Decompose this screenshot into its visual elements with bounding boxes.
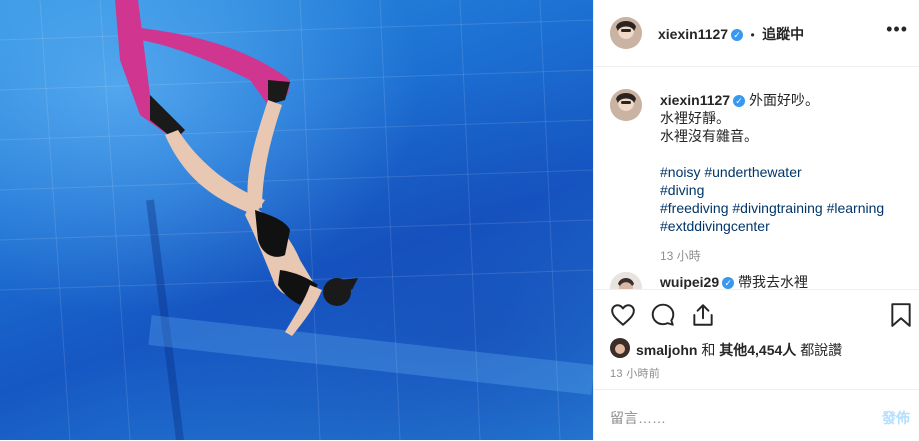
hashtag-link[interactable]: #freediving	[660, 200, 729, 216]
author-username-link[interactable]: xiexin1127	[658, 26, 728, 42]
more-options-icon[interactable]: •••	[886, 20, 908, 38]
post-side-panel: xiexin1127 ✓ • 追蹤中 ••• xiexin1127 ✓ 外面好吵。	[593, 0, 919, 440]
heart-icon[interactable]	[610, 302, 636, 328]
post-comment-button[interactable]: 發佈	[882, 408, 910, 428]
hashtag-link[interactable]: #extddivingcenter	[660, 218, 770, 234]
comments-area: xiexin1127 ✓ 外面好吵。 水裡好靜。 水裡沒有雜音。 #noisy #…	[594, 67, 919, 289]
header-user-line: xiexin1127 ✓ • 追蹤中	[658, 24, 804, 44]
caption-line: 水裡沒有雜音。	[660, 128, 758, 144]
bookmark-icon[interactable]	[890, 302, 912, 328]
verified-badge-icon: ✓	[722, 277, 735, 289]
avatar-photo-icon	[610, 89, 642, 121]
commenter-username-link[interactable]: wuipei29	[660, 274, 719, 289]
post-actions-bar	[594, 289, 919, 342]
header-separator: •	[750, 28, 755, 42]
underwater-diver-illustration	[0, 0, 593, 440]
hashtag-link[interactable]: #underthewater	[704, 164, 801, 180]
others-likes-link[interactable]: 其他4,454人	[719, 342, 796, 358]
comment-item: wuipei29 ✓ 帶我去水裡	[660, 272, 808, 289]
avatar-photo-icon	[610, 338, 630, 358]
avatar-photo-icon	[610, 272, 642, 289]
share-icon[interactable]	[690, 302, 716, 328]
hashtag-list: #noisy #underthewater #diving #freedivin…	[660, 163, 910, 235]
liker-username-link[interactable]: smaljohn	[636, 342, 697, 358]
diver-figure	[115, 0, 358, 336]
caption-username-link[interactable]: xiexin1127	[660, 92, 730, 108]
verified-badge-icon: ✓	[731, 29, 744, 41]
comment-input[interactable]: 留言……	[610, 408, 666, 428]
comment-bubble-icon[interactable]	[650, 302, 676, 328]
caption-line: 水裡好靜。	[660, 110, 730, 126]
post-photo[interactable]	[0, 0, 593, 440]
caption-timestamp[interactable]: 13 小時	[660, 247, 701, 264]
caption-line: 外面好吵。	[748, 92, 819, 108]
hashtag-link[interactable]: #divingtraining	[732, 200, 822, 216]
hashtag-link[interactable]: #learning	[827, 200, 885, 216]
hashtag-link[interactable]: #diving	[660, 182, 704, 198]
verified-badge-icon: ✓	[733, 95, 746, 107]
post-caption: xiexin1127 ✓ 外面好吵。 水裡好靜。 水裡沒有雜音。 #noisy #…	[660, 91, 910, 235]
post-header: xiexin1127 ✓ • 追蹤中 •••	[594, 0, 919, 67]
hashtag-link[interactable]: #noisy	[660, 164, 700, 180]
likes-suffix: 都說讚	[800, 342, 843, 358]
instagram-post: xiexin1127 ✓ • 追蹤中 ••• xiexin1127 ✓ 外面好吵。	[0, 0, 919, 440]
caption-author-avatar[interactable]	[610, 89, 642, 121]
author-avatar[interactable]	[610, 17, 642, 49]
liker-avatar[interactable]	[610, 338, 630, 358]
post-timestamp[interactable]: 13 小時前	[610, 365, 660, 381]
likes-joiner: 和	[701, 342, 716, 358]
following-button[interactable]: 追蹤中	[762, 26, 804, 42]
comment-text: 帶我去水裡	[738, 274, 809, 289]
add-comment-bar: 留言…… 發佈	[594, 389, 919, 441]
avatar-photo-icon	[610, 17, 642, 49]
commenter-avatar[interactable]	[610, 272, 642, 289]
